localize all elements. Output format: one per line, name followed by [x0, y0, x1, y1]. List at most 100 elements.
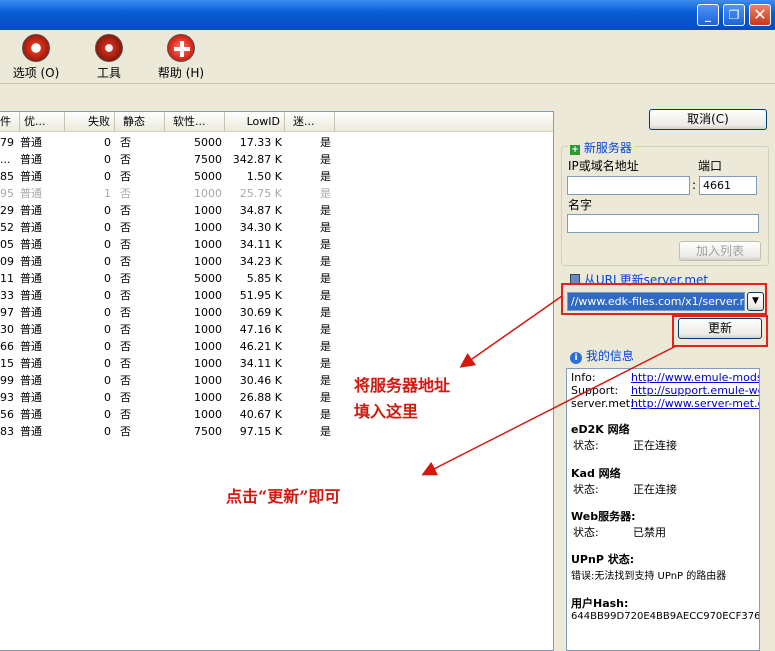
options-label: 选项 (O): [12, 66, 60, 80]
ip-input[interactable]: [567, 176, 690, 195]
cell-priority: 普通: [20, 306, 42, 319]
cell-static: 否: [120, 204, 131, 217]
update-button[interactable]: 更新: [678, 318, 762, 339]
table-row[interactable]: 95 普通 1 否 1000 25.75 K 是: [0, 185, 553, 202]
cell-softlimit: 1000: [194, 306, 222, 319]
cell-priority: 普通: [20, 221, 42, 234]
col-static[interactable]: 静态: [115, 112, 165, 132]
cell-softlimit: 1000: [194, 255, 222, 268]
table-row[interactable]: 97 普通 0 否 1000 30.69 K 是: [0, 304, 553, 321]
server-met-url-input[interactable]: //www.edk-files.com/x1/server.met: [567, 292, 745, 311]
cell-obfuscation: 是: [320, 221, 331, 234]
cell-static: 否: [120, 136, 131, 149]
table-row[interactable]: 11 普通 0 否 5000 5.85 K 是: [0, 270, 553, 287]
cell-softlimit: 1000: [194, 289, 222, 302]
col-files[interactable]: 件: [0, 112, 20, 132]
col-failed[interactable]: 失败: [65, 112, 115, 132]
table-row[interactable]: 83 普通 0 否 7500 97.15 K 是: [0, 423, 553, 440]
cell-lowid: 51.95 K: [239, 289, 282, 302]
cell-files: 05: [0, 238, 14, 251]
cell-lowid: 30.46 K: [239, 374, 282, 387]
user-hash-value: 644BB99D720E4BB9AECC970ECF376F:: [571, 611, 760, 622]
table-row[interactable]: 30 普通 0 否 1000 47.16 K 是: [0, 321, 553, 338]
minimize-button[interactable]: _: [697, 4, 719, 26]
ed2k-heading: eD2K 网络: [571, 423, 630, 436]
cell-priority: 普通: [20, 357, 42, 370]
table-row[interactable]: ... 普通 0 否 7500 342.87 K 是: [0, 151, 553, 168]
table-row[interactable]: 29 普通 0 否 1000 34.87 K 是: [0, 202, 553, 219]
web-status-value: 已禁用: [633, 526, 666, 539]
col-obfuscation[interactable]: 迷...: [285, 112, 335, 132]
cell-priority: 普通: [20, 272, 42, 285]
name-input[interactable]: [567, 214, 759, 233]
wrench-icon: [95, 34, 123, 62]
cell-lowid: 34.23 K: [239, 255, 282, 268]
cell-obfuscation: 是: [320, 170, 331, 183]
options-toolbar-button[interactable]: 选项 (O): [12, 34, 60, 81]
cell-static: 否: [120, 425, 131, 438]
cell-priority: 普通: [20, 187, 42, 200]
cell-obfuscation: 是: [320, 136, 331, 149]
port-input[interactable]: 4661: [699, 176, 757, 195]
cell-softlimit: 5000: [194, 272, 222, 285]
add-to-list-button[interactable]: 加入列表: [679, 241, 761, 261]
first-aid-icon: [167, 34, 195, 62]
cell-files: 79: [0, 136, 14, 149]
cell-failed: 0: [104, 374, 111, 387]
cancel-button[interactable]: 取消(C): [649, 109, 767, 130]
table-row[interactable]: 93 普通 0 否 1000 26.88 K 是: [0, 389, 553, 406]
col-priority[interactable]: 优...: [20, 112, 65, 132]
cell-obfuscation: 是: [320, 289, 331, 302]
server-met-link[interactable]: http://www.server-met.de: [631, 397, 759, 410]
cell-static: 否: [120, 187, 131, 200]
kad-status-label: 状态:: [573, 483, 599, 496]
cell-obfuscation: 是: [320, 204, 331, 217]
cell-obfuscation: 是: [320, 408, 331, 421]
cell-priority: 普通: [20, 340, 42, 353]
table-row[interactable]: 85 普通 0 否 5000 1.50 K 是: [0, 168, 553, 185]
table-row[interactable]: 66 普通 0 否 1000 46.21 K 是: [0, 338, 553, 355]
table-row[interactable]: 05 普通 0 否 1000 34.11 K 是: [0, 236, 553, 253]
tools-toolbar-button[interactable]: 工具: [92, 34, 126, 81]
my-info-title-text: 我的信息: [585, 349, 634, 363]
cell-lowid: 25.75 K: [239, 187, 282, 200]
server-list[interactable]: 件 优... 失败 静态 软性... LowID 迷... 79 普通 0 否 5000…: [0, 111, 554, 651]
cell-lowid: 30.69 K: [239, 306, 282, 319]
col-lowid[interactable]: LowID: [225, 112, 285, 132]
cell-static: 否: [120, 357, 131, 370]
table-row[interactable]: 52 普通 0 否 1000 34.30 K 是: [0, 219, 553, 236]
close-button[interactable]: ✕: [749, 4, 771, 26]
name-label: 名字: [568, 198, 593, 212]
maximize-button[interactable]: ❐: [723, 4, 745, 26]
support-link[interactable]: http://support.emule-web.: [631, 384, 759, 397]
table-row[interactable]: 99 普通 0 否 1000 30.46 K 是: [0, 372, 553, 389]
table-row[interactable]: 79 普通 0 否 5000 17.33 K 是: [0, 134, 553, 151]
cell-failed: 0: [104, 306, 111, 319]
cell-obfuscation: 是: [320, 425, 331, 438]
my-info-panel[interactable]: Info: http://www.emule-mods.d Support: h…: [566, 368, 760, 651]
cell-files: 97: [0, 306, 14, 319]
table-row[interactable]: 56 普通 0 否 1000 40.67 K 是: [0, 406, 553, 423]
annotation-click-update: 点击“更新”即可: [226, 487, 341, 506]
cell-failed: 0: [104, 255, 111, 268]
table-row[interactable]: 09 普通 0 否 1000 34.23 K 是: [0, 253, 553, 270]
cell-priority: 普通: [20, 238, 42, 251]
info-link[interactable]: http://www.emule-mods.d: [631, 371, 759, 384]
col-softlimit[interactable]: 软性...: [165, 112, 225, 132]
title-bar: _ ❐ ✕: [0, 0, 775, 30]
info-label: Info:: [571, 371, 596, 384]
cell-files: 66: [0, 340, 14, 353]
table-row[interactable]: 15 普通 0 否 1000 34.11 K 是: [0, 355, 553, 372]
cell-static: 否: [120, 391, 131, 404]
web-server-heading: Web服务器:: [571, 510, 636, 523]
cell-failed: 0: [104, 272, 111, 285]
table-row[interactable]: 33 普通 0 否 1000 51.95 K 是: [0, 287, 553, 304]
cell-obfuscation: 是: [320, 187, 331, 200]
cell-static: 否: [120, 374, 131, 387]
help-toolbar-button[interactable]: 帮助 (H): [156, 34, 206, 81]
url-dropdown-button[interactable]: ▼: [747, 292, 764, 311]
cell-obfuscation: 是: [320, 357, 331, 370]
cell-obfuscation: 是: [320, 323, 331, 336]
upnp-heading: UPnP 状态:: [571, 553, 635, 566]
cell-lowid: 34.87 K: [239, 204, 282, 217]
